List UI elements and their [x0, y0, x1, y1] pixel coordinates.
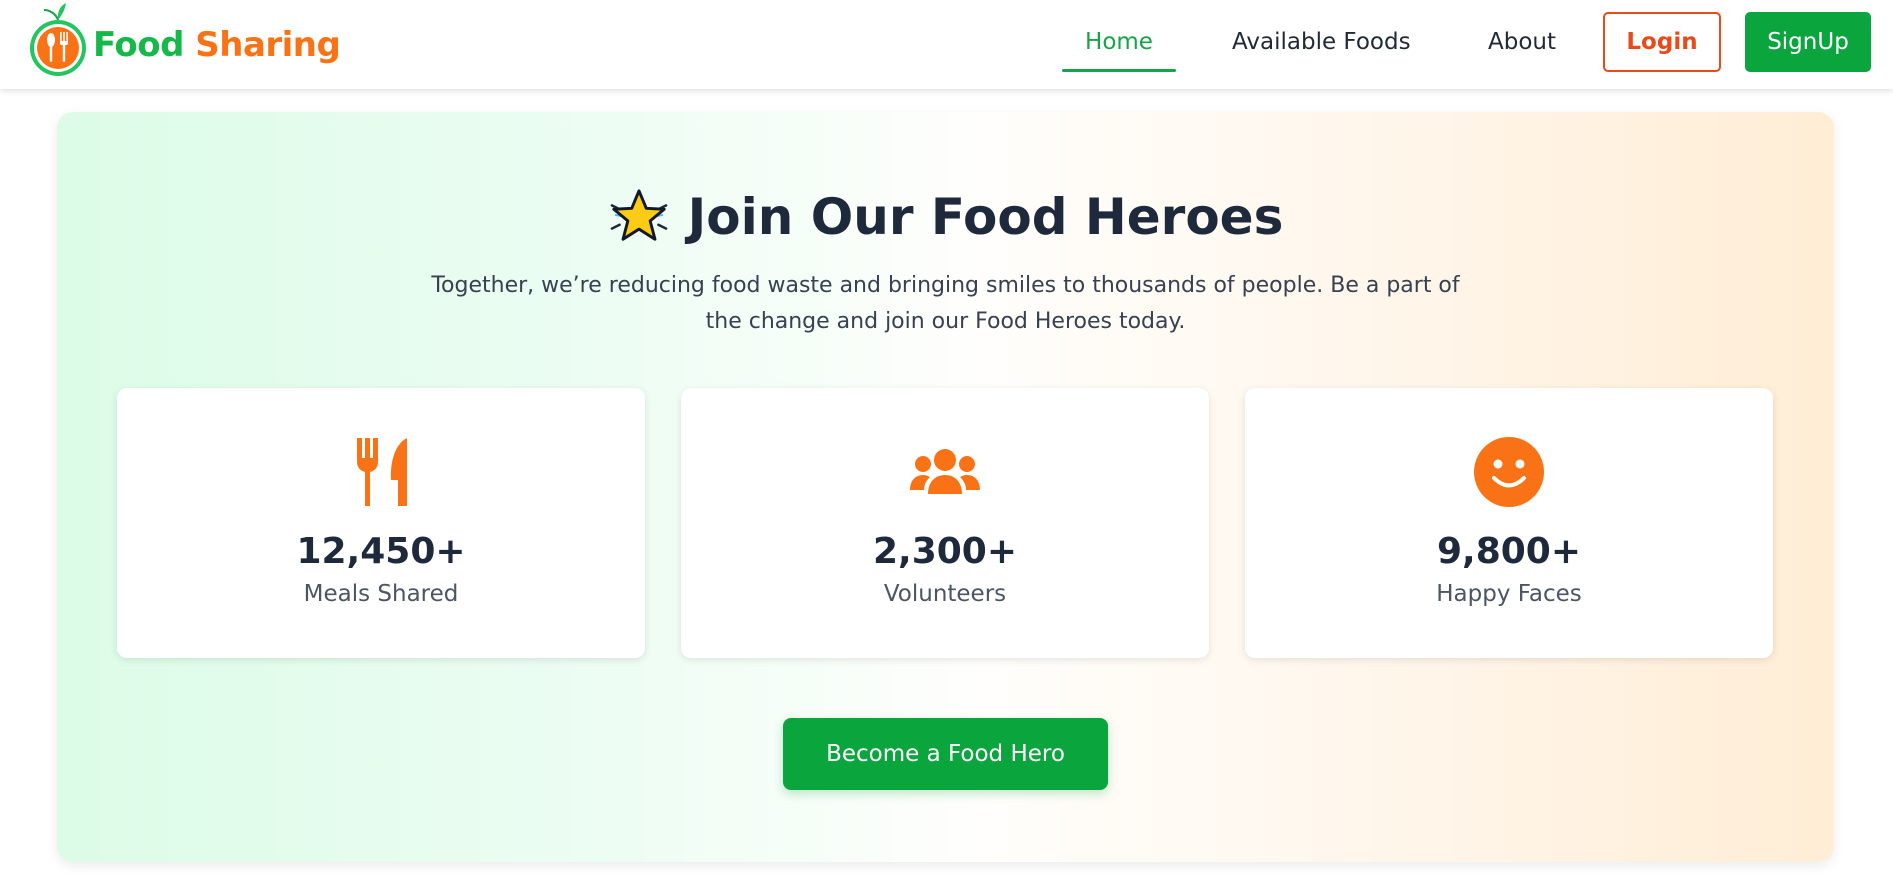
stat-label: Meals Shared: [303, 581, 459, 607]
stat-value: 12,450+: [296, 531, 466, 572]
signup-button[interactable]: SignUp: [1745, 12, 1871, 72]
hero-title-text: Join Our Food Heroes: [687, 188, 1284, 246]
brand-name: Food Sharing: [93, 25, 341, 65]
star-icon: [610, 189, 667, 241]
food-heroes-section: Join Our Food Heroes Together, we’re red…: [57, 112, 1834, 862]
hero-subtitle-line-2: the change and join our Food Heroes toda…: [705, 309, 1186, 334]
stat-card-volunteers: 2,300+ Volunteers: [681, 388, 1209, 658]
nav-home-link[interactable]: Home: [1062, 24, 1176, 72]
stat-card-happy-faces: 9,800+ Happy Faces: [1245, 388, 1773, 658]
hero-subtitle-line-1: Together, we’re reducing food waste and …: [431, 273, 1460, 298]
stat-label: Happy Faces: [1436, 581, 1582, 607]
stat-value: 2,300+: [872, 531, 1018, 572]
fork-spoon-logo-icon: [30, 3, 86, 76]
become-food-hero-button[interactable]: Become a Food Hero: [783, 718, 1108, 790]
stat-label: Volunteers: [883, 581, 1007, 607]
hero-subtitle: Together, we’re reducing food waste and …: [417, 268, 1474, 340]
login-button[interactable]: Login: [1603, 12, 1721, 72]
smile-icon: [1474, 437, 1544, 507]
brand-logo-link[interactable]: Food Sharing: [26, 0, 341, 80]
hero-title: Join Our Food Heroes: [57, 186, 1834, 248]
brand-name-food: Food: [93, 25, 184, 65]
stat-value: 9,800+: [1436, 531, 1582, 572]
navbar: Food Sharing Home Available Foods About …: [0, 0, 1893, 89]
nav-about-link[interactable]: About: [1482, 24, 1562, 60]
brand-name-sharing: Sharing: [195, 25, 341, 65]
utensils-icon: [357, 438, 407, 506]
stat-card-meals: 12,450+ Meals Shared: [117, 388, 645, 658]
nav-available-foods-link[interactable]: Available Foods: [1232, 24, 1411, 60]
users-icon: [910, 449, 980, 494]
